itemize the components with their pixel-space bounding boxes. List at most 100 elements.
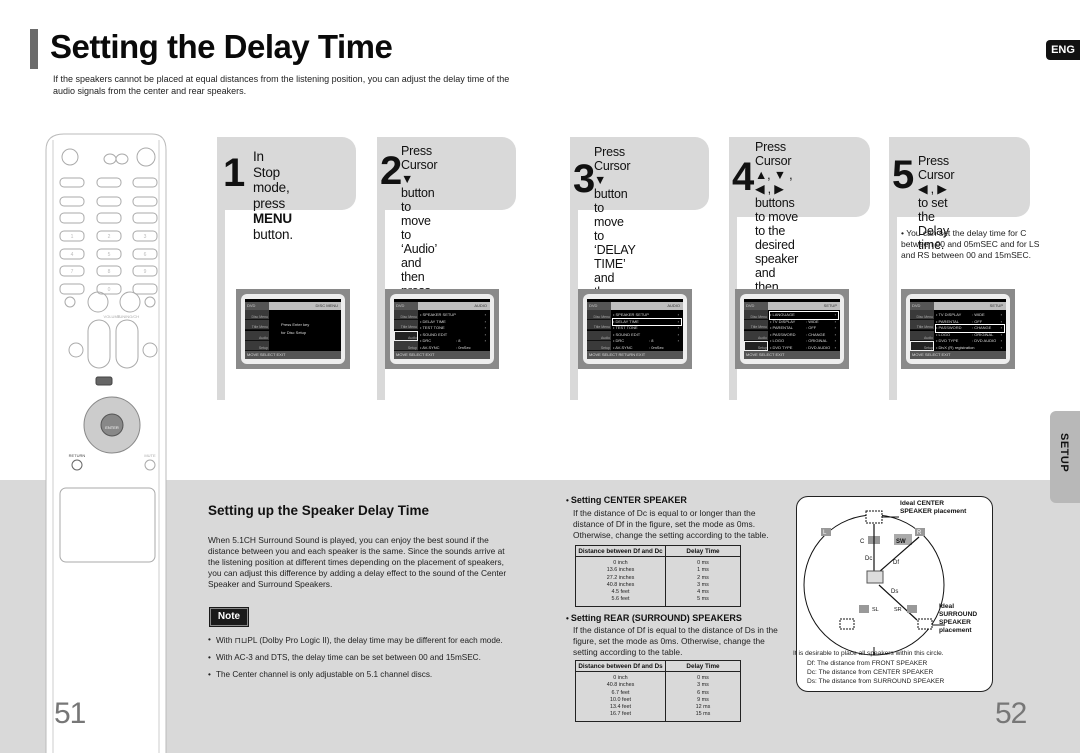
ideal-surround-box-left (839, 618, 855, 630)
delay-column: 0 ms 1 ms 2 ms 3 ms 4 ms 5 ms (665, 556, 741, 607)
svg-text:ENTER: ENTER (105, 425, 119, 430)
center-speaker-text: If the distance of Dc is equal to or lon… (573, 508, 769, 540)
table-cell: 0 ms (697, 675, 709, 681)
table-header: Distance between Df and Dc (575, 545, 666, 557)
table-cell: 40.8 inches (606, 682, 635, 689)
remote-control-illustration: VOLUME TUNING/CH ENTER RETURN MUTE 123 4… (40, 130, 170, 753)
step-5-note: • You can set the delay time for C betwe… (901, 228, 1040, 260)
label-sl: SL (872, 607, 879, 613)
label-sw: SW (896, 539, 906, 545)
table-cell: 6 ms (697, 689, 709, 696)
language-badge: ENG (1046, 40, 1080, 60)
label-ds: Ds (891, 589, 898, 595)
step-5-screen: DVD PLAYERSETUPDisc MenuTitle MenuAudioS… (901, 289, 1015, 369)
setup-tab-label: SETUP (1058, 433, 1070, 473)
label-dc: Dc (865, 556, 872, 562)
page-title: Setting the Delay Time (50, 28, 393, 65)
legend-dc: Dc: The distance from CENTER SPEAKER (807, 669, 934, 676)
svg-text:4: 4 (71, 252, 74, 258)
table-cell: 0 ms (697, 560, 709, 566)
listener-seat (866, 570, 884, 584)
table-header: Distance between Df and Ds (575, 660, 666, 672)
table-cell: 0 inch (613, 675, 628, 681)
note-item: With ⊓⊔PL (Dolby Pro Logic II), the dela… (208, 635, 528, 645)
ideal-surround-label: Ideal SURROUND SPEAKER placement (939, 603, 978, 634)
table-cell: 13.4 feet (610, 704, 631, 711)
title-accent-bar (30, 29, 38, 69)
step-number: 3 (573, 157, 595, 201)
tv-menu-screenshot: DVD PLAYERSETUPDisc MenuTitle MenuAudioS… (735, 289, 849, 369)
remote-control-drawing: VOLUME TUNING/CH ENTER RETURN MUTE 123 4… (45, 133, 167, 753)
svg-text:1: 1 (71, 234, 74, 240)
legend-ds: Ds: The distance from SURROUND SPEAKER (807, 678, 945, 685)
step-number: 2 (380, 149, 402, 193)
svg-text:MUTE: MUTE (144, 453, 156, 458)
rear-delay-table: Distance between Df and Ds Delay Time 0 … (575, 660, 741, 722)
speaker-placement-diagram: L R C SW Dc Df Ds SL SR Ideal CENTER SPE… (793, 496, 993, 692)
distance-column: 0 inch 13.6 inches 27.2 inches 40.8 inches 4… (576, 557, 666, 607)
table-cell: 2 ms (697, 574, 709, 581)
legend-df: Df: The distance from FRONT SPEAKER (807, 660, 928, 667)
step-2-screen: DVD PLAYERAUDIODisc MenuTitle MenuAudioS… (385, 289, 499, 369)
page-number-right: 52 (995, 697, 1027, 730)
speaker-delay-heading: Setting up the Speaker Delay Time (208, 503, 430, 518)
setup-section-tab[interactable]: SETUP (1050, 411, 1080, 503)
step-number: 5 (892, 153, 914, 197)
table-cell: 5.6 feet (611, 596, 630, 603)
table-cell: 40.8 inches (606, 581, 635, 588)
table-cell: 12 ms (695, 704, 711, 711)
notes-list: With ⊓⊔PL (Dolby Pro Logic II), the dela… (208, 635, 528, 687)
page-number-left: 51 (54, 697, 86, 730)
tv-menu-screenshot: DVD PLAYERAUDIODisc MenuTitle MenuAudioS… (385, 289, 499, 369)
speaker-sl (859, 605, 869, 613)
svg-text:7: 7 (71, 269, 74, 275)
svg-text:3: 3 (144, 234, 147, 240)
table-cell: 5 ms (697, 596, 709, 603)
table-cell: 16.7 feet (610, 711, 631, 718)
svg-text:0: 0 (108, 287, 111, 293)
svg-text:6: 6 (144, 252, 147, 258)
tv-menu-screenshot: DVD PLAYERDISC MENUDisc MenuTitle MenuAu… (236, 289, 350, 369)
label-df: Df (893, 560, 899, 566)
center-speaker-heading: Setting CENTER SPEAKER (566, 495, 687, 505)
svg-text:5: 5 (108, 252, 111, 258)
rear-speakers-text: If the distance of Df is equal to the di… (573, 625, 778, 657)
step-number: 4 (732, 155, 754, 199)
step-number: 1 (223, 151, 245, 195)
table-cell: 6.7 feet (611, 689, 630, 696)
table-cell: 3 ms (697, 581, 709, 588)
label-sr: SR (894, 607, 902, 613)
table-header: Delay Time (665, 545, 741, 557)
ideal-center-box (865, 510, 883, 524)
tv-menu-screenshot: DVD PLAYERSETUPDisc MenuTitle MenuAudioS… (901, 289, 1015, 369)
step-1-screen: DVD PLAYERDISC MENUDisc MenuTitle MenuAu… (236, 289, 350, 369)
table-cell: 3 ms (697, 682, 709, 689)
tv-menu-screenshot: DVD PLAYERAUDIODisc MenuTitle MenuAudioS… (578, 289, 692, 369)
table-cell: 9 ms (697, 696, 709, 703)
speaker-sr (907, 605, 917, 613)
table-header: Delay Time (665, 660, 741, 672)
table-cell: 4.5 feet (611, 589, 630, 596)
intro-text: If the speakers cannot be placed at equa… (53, 74, 510, 96)
table-cell: 15 ms (695, 711, 711, 718)
table-cell: 13.6 inches (606, 567, 635, 574)
speaker-delay-body: When 5.1CH Surround Sound is played, you… (208, 535, 507, 589)
table-cell: 1 ms (697, 567, 709, 574)
svg-text:TUNING/CH: TUNING/CH (117, 314, 139, 319)
step-4-screen: DVD PLAYERSETUPDisc MenuTitle MenuAudioS… (735, 289, 849, 369)
table-cell: 10.0 feet (610, 696, 631, 703)
svg-text:2: 2 (108, 234, 111, 240)
label-c: C (860, 539, 865, 545)
distance-column: 0 inch 40.8 inches 6.7 feet 10.0 feet 13.4 f… (576, 672, 666, 722)
table-cell: 27.2 inches (606, 574, 635, 581)
step-3-screen: DVD PLAYERAUDIODisc MenuTitle MenuAudioS… (578, 289, 692, 369)
label-r: R (917, 530, 922, 536)
note-item: With AC-3 and DTS, the delay time can be… (208, 653, 528, 662)
table-cell: 4 ms (697, 589, 709, 596)
svg-text:8: 8 (108, 269, 111, 275)
ideal-center-label: Ideal CENTER SPEAKER placement (900, 500, 967, 515)
rear-speakers-heading: Setting REAR (SURROUND) SPEAKERS (566, 613, 742, 623)
delay-column: 0 ms 3 ms 6 ms 9 ms 12 ms 15 ms (665, 671, 741, 722)
circle-note: It is desirable to place all speakers wi… (793, 650, 944, 657)
table-cell: 0 inch (613, 560, 628, 566)
